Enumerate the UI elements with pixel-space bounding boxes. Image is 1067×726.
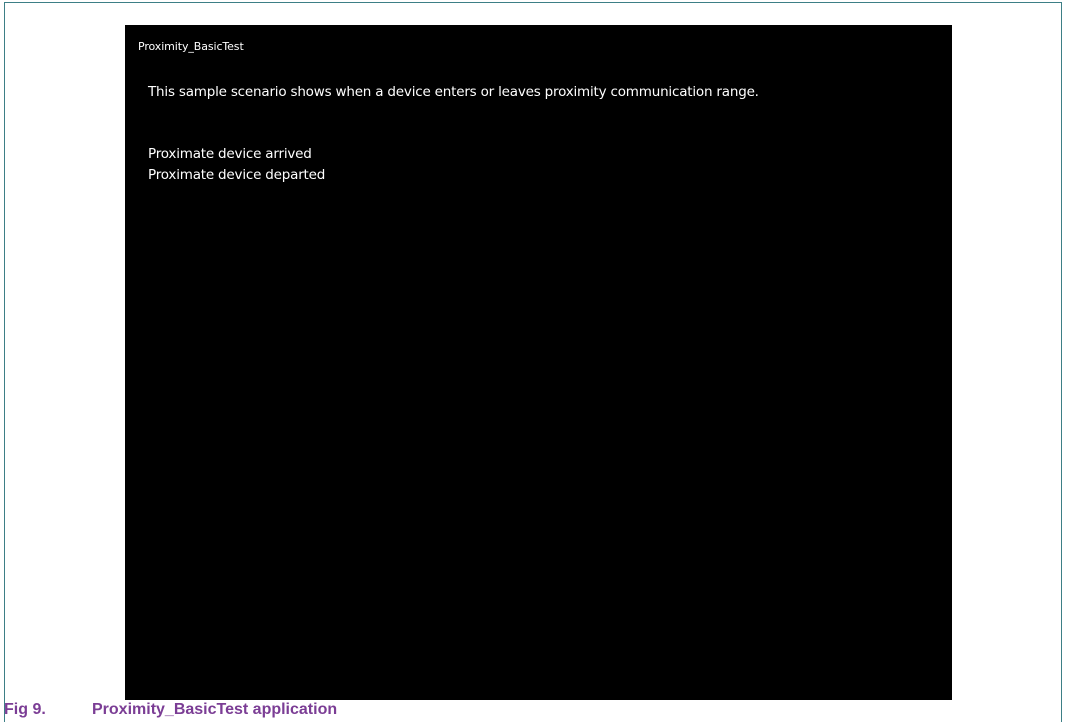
figure-caption: Fig 9. Proximity_BasicTest application <box>4 701 337 719</box>
app-title: Proximity_BasicTest <box>138 40 244 53</box>
figure-frame: Proximity_BasicTest This sample scenario… <box>4 2 1062 722</box>
event-log: Proximate device arrived Proximate devic… <box>148 144 325 186</box>
app-description: This sample scenario shows when a device… <box>148 84 759 100</box>
figure-caption-text: Proximity_BasicTest application <box>92 701 338 718</box>
event-arrived: Proximate device arrived <box>148 146 312 162</box>
app-window: Proximity_BasicTest This sample scenario… <box>125 25 952 700</box>
event-departed: Proximate device departed <box>148 167 326 183</box>
figure-number: Fig 9. <box>4 701 46 718</box>
